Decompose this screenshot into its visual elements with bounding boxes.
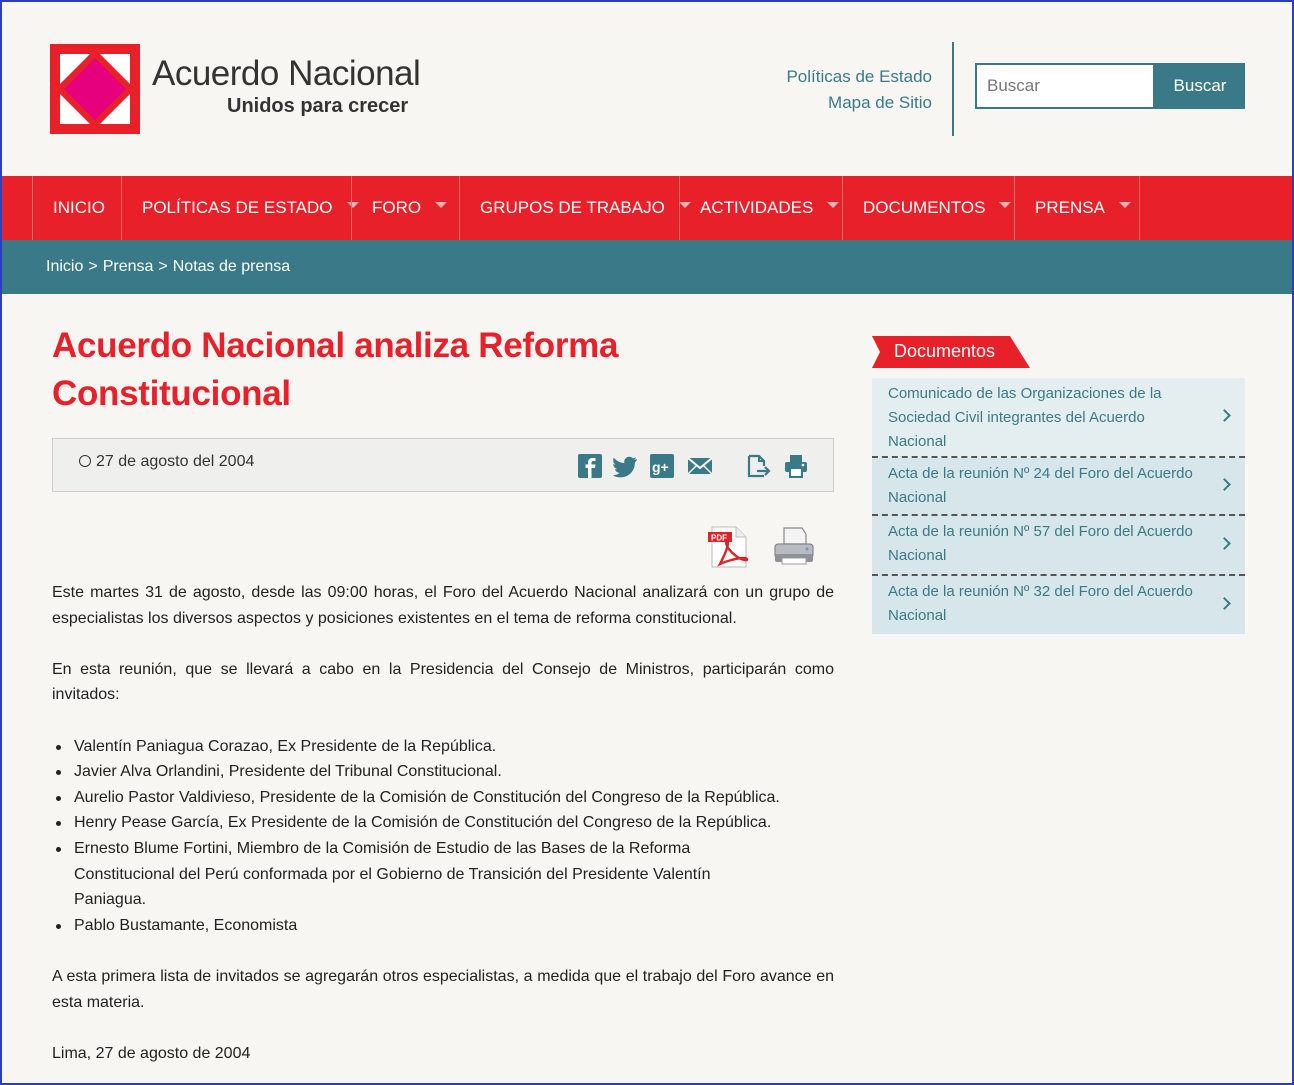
facebook-icon[interactable] (577, 453, 603, 479)
article-paragraph: A esta primera lista de invitados se agr… (52, 967, 834, 1011)
nav-item-inicio[interactable]: INICIO (32, 176, 122, 240)
nav-label: PRENSA (1035, 198, 1105, 217)
print-icon[interactable] (783, 453, 809, 479)
chevron-down-icon (999, 202, 1012, 208)
brand-title: Acuerdo Nacional (152, 54, 421, 93)
top-links: Políticas de Estado Mapa de Sitio (786, 64, 932, 116)
breadcrumb-separator: > (158, 258, 168, 275)
search-button[interactable]: Buscar (1155, 63, 1245, 109)
clock-icon (79, 455, 91, 467)
chevron-down-icon (827, 202, 840, 208)
chevron-down-icon (1118, 202, 1131, 208)
twitter-icon[interactable] (613, 453, 639, 479)
document-label: Acta de la reunión Nº 57 del Foro del Ac… (888, 523, 1193, 564)
page-title: Acuerdo Nacional analiza Reforma Constit… (52, 326, 619, 413)
list-item: Ernesto Blume Fortini, Miembro de la Com… (52, 836, 834, 913)
article-paragraph: En esta reunión, que se llevará a cabo e… (52, 660, 834, 704)
breadcrumb-prensa[interactable]: Prensa (103, 258, 154, 276)
chevron-right-icon (1218, 478, 1231, 491)
chevron-right-icon (1218, 537, 1231, 550)
document-item[interactable]: Comunicado de las Organizaciones de la S… (872, 378, 1245, 458)
sidebar-heading-text: Documentos (894, 341, 996, 361)
nav-label: POLÍTICAS DE ESTADO (142, 198, 333, 217)
email-icon[interactable] (687, 453, 713, 479)
printer-icon[interactable] (772, 524, 816, 568)
article-date: 27 de agosto del 2004 (79, 453, 254, 471)
invitee-list: Valentín Paniagua Corazao, Ex Presidente… (52, 734, 834, 939)
nav-label: GRUPOS DE TRABAJO (480, 198, 665, 217)
pdf-icon[interactable]: PDF (706, 526, 750, 568)
nav-label: FORO (372, 198, 422, 217)
top-link-mapa-sitio[interactable]: Mapa de Sitio (786, 90, 932, 116)
document-list: Comunicado de las Organizaciones de la S… (872, 378, 1245, 634)
google-plus-icon[interactable]: g+ (649, 453, 675, 479)
breadcrumb-inicio[interactable]: Inicio (46, 258, 83, 276)
nav-item-grupos-de-trabajo[interactable]: GRUPOS DE TRABAJO (459, 176, 691, 240)
list-item: Henry Pease García, Ex Presidente de la … (52, 810, 834, 836)
header-divider (952, 42, 954, 136)
document-label: Acta de la reunión Nº 24 del Foro del Ac… (888, 465, 1193, 506)
top-link-politicas[interactable]: Políticas de Estado (786, 64, 932, 90)
brand-subtitle: Unidos para crecer (227, 95, 409, 117)
article-date-text: 27 de agosto del 2004 (96, 453, 255, 470)
article-body: Este martes 31 de agosto, desde las 09:0… (52, 580, 834, 1083)
article-meta-bar: 27 de agosto del 2004 g+ (52, 438, 834, 492)
sidebar-documents: Documentos Comunicado de las Organizacio… (872, 336, 1245, 634)
breadcrumb-notas-de-prensa: Notas de prensa (172, 258, 291, 275)
article-signoff: Lima, 27 de agosto de 2004 (52, 1044, 251, 1062)
svg-text:g+: g+ (652, 459, 669, 475)
search-input[interactable] (975, 63, 1155, 109)
page-frame: Acuerdo Nacional Unidos para crecer Polí… (0, 0, 1294, 1085)
nav-item-actividades[interactable]: ACTIVIDADES (679, 176, 843, 240)
article-paragraph: Este martes 31 de agosto, desde las 09:0… (52, 584, 834, 627)
list-item: Valentín Paniagua Corazao, Ex Presidente… (52, 734, 834, 760)
nav-label: DOCUMENTOS (863, 198, 986, 217)
nav-label: INICIO (53, 198, 105, 217)
acuerdo-nacional-logo-icon[interactable] (50, 44, 140, 134)
chevron-right-icon (1218, 409, 1231, 422)
list-item: Pablo Bustamante, Economista (52, 913, 834, 939)
nav-item-documentos[interactable]: DOCUMENTOS (842, 176, 1015, 240)
document-item[interactable]: Acta de la reunión Nº 32 del Foro del Ac… (872, 576, 1245, 634)
document-item[interactable]: Acta de la reunión Nº 24 del Foro del Ac… (872, 458, 1245, 516)
site-header: Acuerdo Nacional Unidos para crecer Polí… (2, 2, 1292, 176)
sidebar-heading: Documentos (872, 336, 1032, 370)
document-label: Comunicado de las Organizaciones de la S… (888, 385, 1162, 450)
breadcrumb: Inicio > Prensa > Notas de prensa (2, 240, 1292, 294)
nav-item-politicas-de-estado[interactable]: POLÍTICAS DE ESTADO (121, 176, 359, 240)
breadcrumb-separator: > (88, 258, 98, 275)
document-item[interactable]: Acta de la reunión Nº 57 del Foro del Ac… (872, 516, 1245, 576)
chevron-down-icon (435, 202, 448, 208)
nav-label: ACTIVIDADES (700, 198, 814, 217)
list-item: Javier Alva Orlandini, Presidente del Tr… (52, 759, 834, 785)
export-icon[interactable] (745, 453, 771, 479)
nav-item-foro[interactable]: FORO (351, 176, 460, 240)
list-item: Aurelio Pastor Valdivieso, Presidente de… (52, 785, 834, 811)
svg-text:PDF: PDF (711, 534, 727, 543)
document-label: Acta de la reunión Nº 32 del Foro del Ac… (888, 583, 1193, 624)
main-nav: INICIO POLÍTICAS DE ESTADO FORO GRUPOS D… (2, 176, 1292, 240)
chevron-right-icon (1218, 597, 1231, 610)
nav-item-prensa[interactable]: PRENSA (1014, 176, 1140, 240)
